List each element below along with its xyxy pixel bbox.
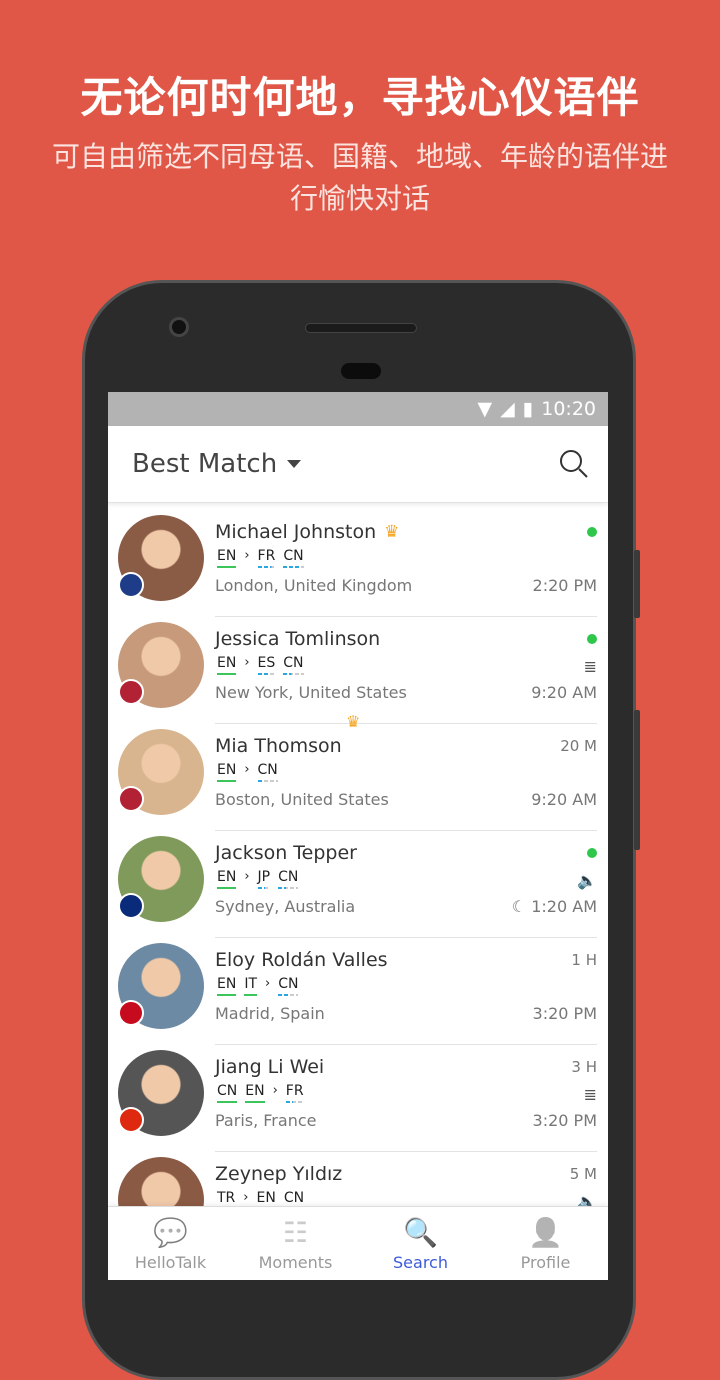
moments-icon: ☷: [282, 1216, 309, 1249]
language-tag: CN: [257, 762, 278, 782]
tab-moments[interactable]: ☷ Moments: [233, 1207, 358, 1280]
text-bio-icon: ≣: [583, 1085, 597, 1104]
flag-icon-au: [118, 893, 144, 919]
battery-icon: ▮: [522, 398, 534, 420]
user-row[interactable]: Michael Johnston ♛ EN › FR CN London, United…: [108, 510, 608, 617]
sort-label: Best Match: [132, 449, 278, 479]
language-tag: CN: [217, 1083, 238, 1103]
user-row[interactable]: Jiang Li Wei CN EN › FR Paris, France 3 H ≣…: [108, 1045, 608, 1152]
bottom-tab-bar: 💬 HelloTalk ☷ Moments 🔍 Search 👤 Profile: [108, 1206, 608, 1280]
flag-icon-us: [118, 786, 144, 812]
arrow-icon: ›: [265, 976, 271, 991]
online-dot: [587, 634, 597, 644]
language-tag: EN: [217, 976, 237, 996]
online-dot: [587, 527, 597, 537]
user-location: Boston, United States: [215, 790, 389, 809]
tab-label: HelloTalk: [134, 1253, 207, 1272]
language-tag: EN: [217, 655, 237, 675]
language-tag: EN: [217, 548, 237, 568]
language-tag: EN: [217, 762, 237, 782]
language-tag: FR: [285, 1083, 304, 1103]
local-time: 9:20 AM: [531, 790, 597, 809]
language-tag: CN: [278, 976, 299, 996]
last-active: 20 M: [560, 737, 597, 755]
user-row[interactable]: Eloy Roldán Valles EN IT › CN Madrid, Spain…: [108, 938, 608, 1045]
app-header: Best Match: [108, 426, 608, 503]
language-tag: EN: [245, 1083, 265, 1103]
wifi-icon: ▼: [477, 398, 493, 420]
app-screen: ▼ ◢ ▮ 10:20 Best Match Michael Johnston ♛…: [108, 392, 608, 1280]
tab-label: Profile: [520, 1253, 571, 1272]
text-bio-icon: ≣: [583, 657, 597, 676]
language-tag: CN: [283, 548, 304, 568]
user-name: Jiang Li Wei: [215, 1056, 325, 1078]
sensor: [341, 363, 381, 379]
profile-icon: 👤: [528, 1216, 563, 1249]
user-list: Michael Johnston ♛ EN › FR CN London, United…: [108, 510, 608, 1259]
user-location: New York, United States: [215, 683, 407, 702]
user-location: Paris, France: [215, 1111, 317, 1130]
speaker: [305, 323, 417, 333]
language-tag: CN: [283, 655, 304, 675]
signal-icon: ◢: [500, 398, 515, 420]
language-tag: JP: [257, 869, 271, 889]
promo-headline: 无论何时何地，寻找心仪语伴: [80, 73, 640, 122]
sort-dropdown[interactable]: Best Match: [132, 449, 302, 479]
caret-down-icon: [287, 460, 302, 468]
power-button: [634, 710, 640, 850]
language-tag: EN: [217, 869, 237, 889]
local-time: 3:20 PM: [532, 1111, 597, 1130]
voice-intro-icon: 🔈: [577, 871, 597, 890]
flag-icon-es: [118, 1000, 144, 1026]
local-time: 3:20 PM: [532, 1004, 597, 1023]
camera: [169, 317, 189, 337]
user-location: Sydney, Australia: [215, 897, 356, 916]
language-tag: FR: [257, 548, 276, 568]
online-dot: [587, 848, 597, 858]
tab-hellotalk[interactable]: 💬 HelloTalk: [108, 1207, 233, 1280]
tab-search[interactable]: 🔍 Search: [358, 1207, 483, 1280]
language-tag: ES: [257, 655, 276, 675]
crown-icon: ♛: [384, 522, 400, 542]
flag-icon-cn: [118, 1107, 144, 1133]
promo-subtitle: 可自由筛选不同母语、国籍、地域、年龄的语伴进行愉快对话: [51, 140, 668, 215]
search-icon[interactable]: [558, 448, 590, 480]
arrow-icon: ›: [244, 762, 250, 777]
local-time: 9:20 AM: [531, 683, 597, 702]
user-name: Jessica Tomlinson: [215, 628, 381, 650]
language-tag: IT: [244, 976, 258, 996]
search-icon: 🔍: [403, 1216, 438, 1249]
arrow-icon: ›: [272, 1083, 278, 1098]
user-location: London, United Kingdom: [215, 576, 413, 595]
user-location: Madrid, Spain: [215, 1004, 325, 1023]
user-name: Jackson Tepper: [215, 842, 357, 864]
status-bar: ▼ ◢ ▮ 10:20: [108, 392, 608, 426]
local-time: 2:20 PM: [532, 576, 597, 595]
user-name: Michael Johnston: [215, 521, 377, 543]
chat-bubbles-icon: 💬: [153, 1216, 188, 1249]
arrow-icon: ›: [244, 869, 250, 884]
last-active: 1 H: [571, 951, 597, 969]
last-active: 5 M: [569, 1165, 597, 1183]
tab-profile[interactable]: 👤 Profile: [483, 1207, 608, 1280]
flag-icon-uk: [118, 572, 144, 598]
tab-label: Moments: [258, 1253, 333, 1272]
user-name: Mia Thomson: [215, 735, 342, 757]
user-row[interactable]: Jessica Tomlinson EN › ES CN New York, Unit…: [108, 617, 608, 724]
flag-icon-us: [118, 679, 144, 705]
local-time: ☾ 1:20 AM: [511, 897, 597, 916]
user-name: Eloy Roldán Valles: [215, 949, 388, 971]
language-tag: CN: [278, 869, 299, 889]
tab-label: Search: [393, 1253, 448, 1272]
user-row[interactable]: Mia Thomson EN › CN Boston, United States …: [108, 724, 608, 831]
arrow-icon: ›: [244, 655, 250, 670]
last-active: 3 H: [571, 1058, 597, 1076]
user-name: Zeynep Yıldız: [215, 1163, 343, 1185]
user-row[interactable]: Jackson Tepper EN › JP CN Sydney, Australia…: [108, 831, 608, 938]
arrow-icon: ›: [244, 548, 250, 563]
volume-button: [634, 550, 640, 618]
status-time: 10:20: [541, 398, 596, 420]
